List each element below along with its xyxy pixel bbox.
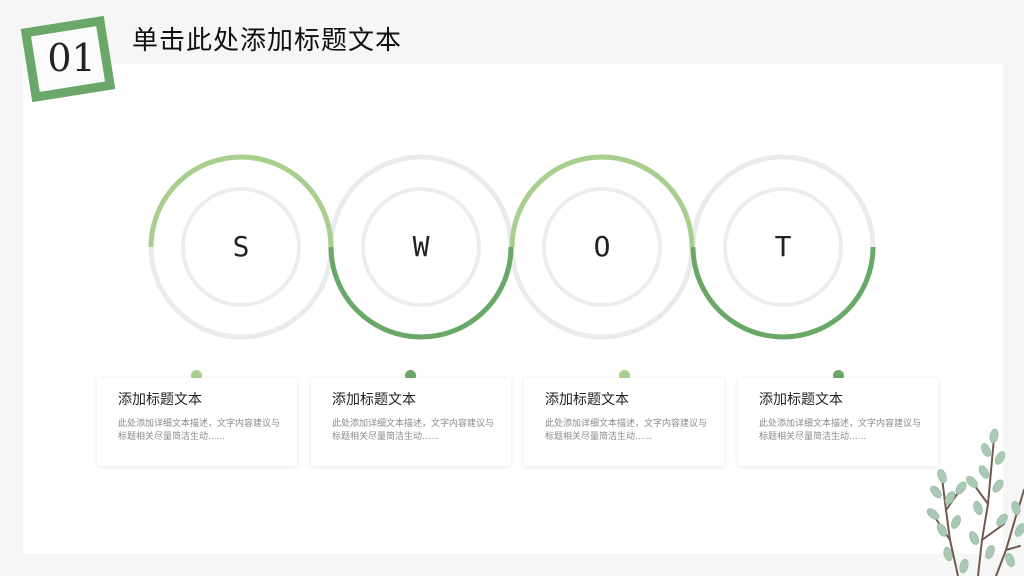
card-title: 添加标题文本 [545, 392, 629, 408]
text-card-2: 添加标题文本 此处添加详细文本描述，文字内容建议与标题相关尽量简洁生动.....… [311, 378, 511, 466]
swot-letter-w: W [412, 230, 430, 263]
swot-letter-o: O [593, 230, 611, 263]
text-card-3: 添加标题文本 此处添加详细文本描述，文字内容建议与标题相关尽量简洁生动.....… [524, 378, 724, 466]
willow-branch-decoration [926, 428, 1024, 576]
card-description: 此处添加详细文本描述，文字内容建议与标题相关尽量简洁生动...... [759, 419, 922, 442]
swot-letter-t: T [774, 230, 792, 263]
card-title: 添加标题文本 [332, 392, 416, 408]
card-description: 此处添加详细文本描述，文字内容建议与标题相关尽量简洁生动...... [118, 419, 281, 442]
card-description: 此处添加详细文本描述，文字内容建议与标题相关尽量简洁生动...... [332, 419, 495, 442]
swot-diagram [148, 154, 876, 340]
card-title: 添加标题文本 [759, 392, 843, 408]
text-card-4: 添加标题文本 此处添加详细文本描述，文字内容建议与标题相关尽量简洁生动.....… [738, 378, 938, 466]
card-title: 添加标题文本 [118, 392, 202, 408]
text-card-1: 添加标题文本 此处添加详细文本描述，文字内容建议与标题相关尽量简洁生动.....… [97, 378, 297, 466]
card-description: 此处添加详细文本描述，文字内容建议与标题相关尽量简洁生动...... [545, 419, 708, 442]
swot-letter-s: S [232, 230, 250, 263]
